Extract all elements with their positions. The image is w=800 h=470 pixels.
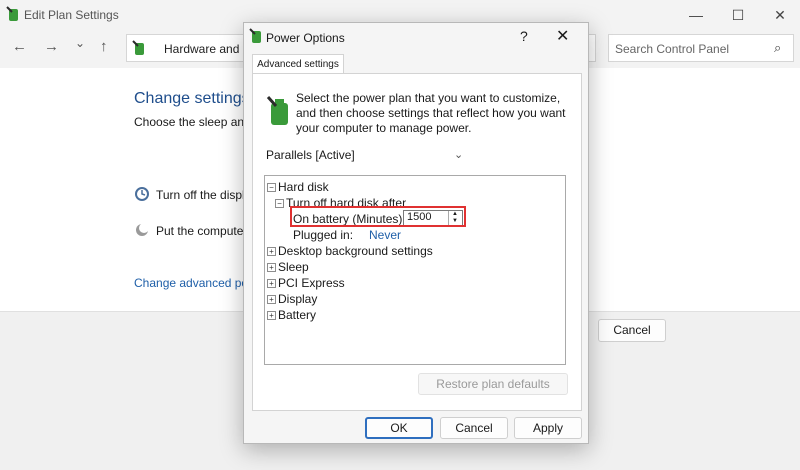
tree-item-display[interactable]: + Display (267, 292, 317, 306)
power-plan-selected-value: Parallels [Active] (266, 148, 355, 162)
chevron-down-icon: ⌄ (454, 149, 464, 161)
search-icon[interactable]: ⌕ (774, 40, 781, 56)
close-window-button[interactable]: ✕ (760, 4, 800, 26)
search-placeholder: Search Control Panel (615, 42, 730, 56)
power-plan-select[interactable]: Parallels [Active] ⌄ (266, 148, 466, 168)
dialog-intro-text: Select the power plan that you want to c… (296, 91, 566, 135)
tree-item-pci-express[interactable]: + PCI Express (267, 276, 345, 290)
control-panel-icon (132, 40, 146, 61)
expand-icon[interactable]: + (267, 263, 276, 272)
minimize-button[interactable]: — (676, 4, 716, 26)
tree-item-sleep[interactable]: + Sleep (267, 260, 309, 274)
expand-icon[interactable]: + (267, 279, 276, 288)
expand-icon[interactable]: + (267, 311, 276, 320)
put-computer-to-sleep-label: Put the computer (156, 224, 248, 238)
collapse-icon[interactable]: − (275, 199, 284, 208)
window-title: Edit Plan Settings (24, 8, 119, 22)
tab-advanced-settings[interactable]: Advanced settings (252, 54, 344, 74)
restore-plan-defaults-button[interactable]: Restore plan defaults (418, 373, 568, 395)
change-advanced-power-link[interactable]: Change advanced pow (134, 276, 257, 290)
display-icon (134, 186, 150, 207)
power-options-dialog: Power Options ? ✕ Advanced settings Sele… (243, 22, 589, 444)
tree-item-desktop-background[interactable]: + Desktop background settings (267, 244, 433, 258)
close-icon[interactable]: ✕ (556, 26, 569, 46)
up-icon[interactable]: ↑ (100, 38, 108, 55)
hard-disk-label: Hard disk (278, 180, 329, 194)
dialog-title: Power Options (266, 31, 345, 45)
maximize-button[interactable]: ☐ (718, 4, 758, 26)
apply-button[interactable]: Apply (514, 417, 582, 439)
plugged-in-value[interactable]: Never (369, 228, 401, 242)
back-icon[interactable]: ← (12, 38, 27, 55)
help-icon[interactable]: ? (520, 28, 528, 44)
page-title: Change settings (134, 90, 250, 107)
plugged-in-label: Plugged in: (293, 228, 354, 242)
battery-setting-highlight (290, 206, 466, 227)
page-subtitle: Choose the sleep and (134, 115, 251, 129)
desktop-background-label: Desktop background settings (278, 244, 433, 258)
background-cancel-button[interactable]: Cancel (598, 319, 666, 342)
display-label: Display (278, 292, 318, 306)
battery-plan-icon (266, 95, 292, 132)
turn-off-display-label: Turn off the displa (156, 188, 252, 202)
expand-icon[interactable]: + (267, 295, 276, 304)
settings-tree[interactable]: − Hard disk − Turn off hard disk after On … (264, 175, 566, 365)
tree-item-battery[interactable]: + Battery (267, 308, 316, 322)
power-options-icon (249, 28, 263, 49)
expand-icon[interactable]: + (267, 247, 276, 256)
power-plan-icon (6, 6, 20, 27)
ok-button[interactable]: OK (365, 417, 433, 439)
cancel-button[interactable]: Cancel (440, 417, 508, 439)
forward-icon[interactable]: → (44, 38, 59, 55)
pci-express-label: PCI Express (278, 276, 345, 290)
battery-label: Battery (278, 308, 317, 322)
sleep-icon (134, 222, 150, 243)
recent-locations-icon[interactable]: ⌄ (75, 36, 85, 50)
tree-item-hard-disk[interactable]: − Hard disk (267, 180, 329, 194)
sleep-label: Sleep (278, 260, 309, 274)
collapse-icon[interactable]: − (267, 183, 276, 192)
